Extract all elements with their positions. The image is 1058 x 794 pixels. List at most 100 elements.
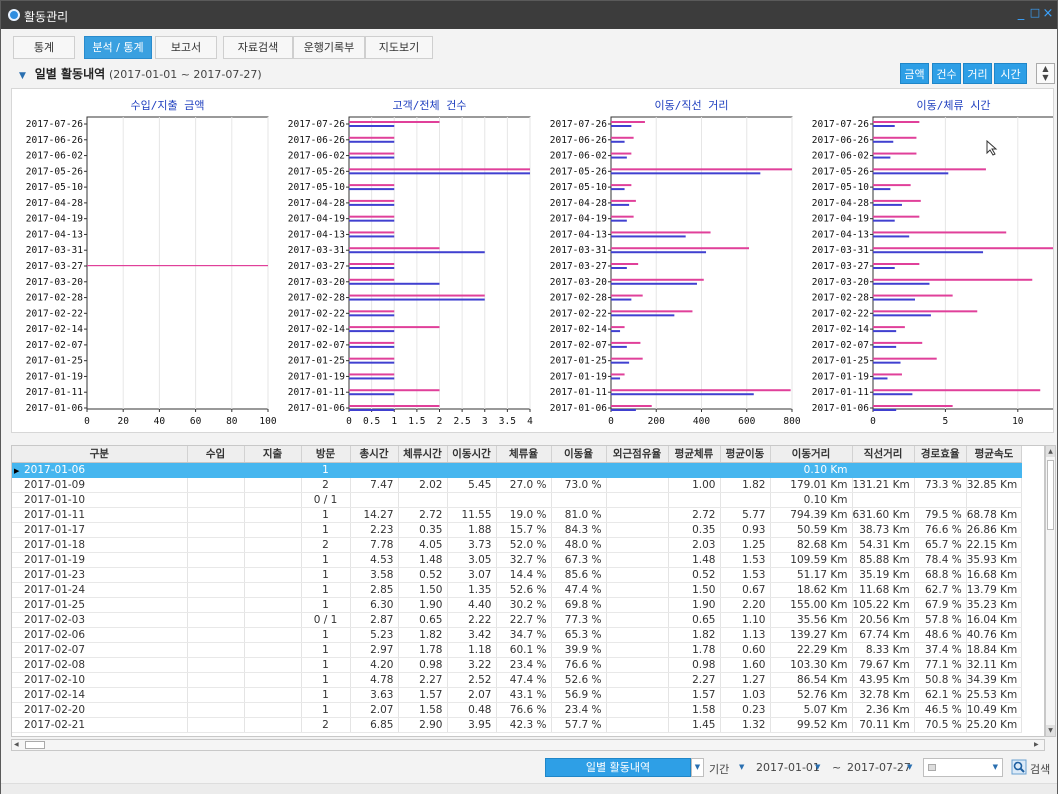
table-cell-box: 20.56 Km [852, 612, 915, 628]
y-tick-label: 2017-04-19 [550, 214, 607, 225]
chevron-down-icon[interactable]: ▼ [1042, 73, 1048, 82]
date-to[interactable]: 2017-07-27 [847, 761, 911, 774]
table-row[interactable]: 2017-01-23 1 3.58 0.52 3.07 14.4 % 85.6 % 0.52 1… [12, 567, 1023, 583]
column-header[interactable]: 총시간 [350, 446, 399, 463]
table-cell-box: 1 [301, 702, 351, 718]
table-row[interactable]: 2017-01-10 0 / 1 0.10 Km [12, 492, 1023, 508]
table-cell: 2 [322, 478, 329, 491]
y-tick-label: 2017-03-27 [288, 261, 345, 272]
column-header[interactable]: 방문 [301, 446, 351, 463]
horizontal-scroll-thumb[interactable] [25, 741, 45, 749]
table-cell: 48.0 % [564, 538, 602, 551]
column-header[interactable]: 평균이동 [720, 446, 771, 463]
column-header[interactable]: 외근점유율 [606, 446, 669, 463]
table-row[interactable]: ▶ 2017-01-06 1 0.10 Km [12, 462, 1023, 478]
mouse-cursor-icon [986, 140, 998, 156]
y-tick-label: 2017-02-14 [288, 324, 345, 335]
table-cell: 2017-01-24 [24, 583, 86, 596]
column-header[interactable]: 평균속도 [966, 446, 1023, 463]
column-header[interactable]: 구분 [12, 446, 188, 463]
table-row[interactable]: 2017-02-07 1 2.97 1.78 1.18 60.1 % 39.9 % 1.78 0… [12, 642, 1023, 658]
search-button[interactable]: 검색 [1030, 761, 1050, 777]
column-header[interactable]: 평균체류 [668, 446, 721, 463]
tab-report[interactable]: 보고서 [155, 36, 217, 59]
view-select[interactable]: 일별 활동내역 [545, 758, 691, 777]
table-cell: 2.52 [468, 673, 492, 686]
table-cell: 2.72 [692, 508, 716, 521]
maximize-button[interactable]: □ [1028, 6, 1042, 19]
table-cell: 155.00 Km [790, 598, 848, 611]
column-header[interactable]: 수입 [187, 446, 245, 463]
count-button[interactable]: 건수 [932, 63, 961, 84]
column-header[interactable]: 이동율 [551, 446, 607, 463]
scroll-left-icon[interactable]: ◀ [14, 741, 19, 748]
horizontal-scrollbar[interactable]: ◀ ▶ [11, 739, 1045, 751]
tab-driving-log[interactable]: 운행기록부 [293, 36, 365, 59]
collapse-arrow-icon[interactable]: ▼ [19, 71, 26, 81]
amount-button[interactable]: 금액 [900, 63, 929, 84]
period-dropdown-icon[interactable]: ▼ [739, 763, 744, 771]
y-tick-label: 2017-04-28 [288, 198, 345, 209]
date-to-dropdown-icon[interactable]: ▼ [907, 763, 912, 771]
search-icon[interactable] [1011, 759, 1027, 775]
table-row[interactable]: 2017-01-18 2 7.78 4.05 3.73 52.0 % 48.0 % 2.03 1… [12, 537, 1023, 553]
date-from[interactable]: 2017-01-01 [756, 761, 820, 774]
extra-select[interactable]: ▼ [923, 758, 1003, 777]
scroll-up-icon[interactable]: ▲ [1046, 446, 1055, 457]
table-cell-box: 2017-01-23 [12, 567, 188, 583]
data-grid[interactable]: 구분 수입 지출 방문 총시간 체류시간 이동시간 체류율 이동율 외근점유율 평균체류 평균이동 이동… [11, 445, 1045, 737]
table-cell-box [496, 492, 552, 508]
table-row[interactable]: 2017-02-08 1 4.20 0.98 3.22 23.4 % 76.6 % 0.98 1… [12, 657, 1023, 673]
chevron-up-icon[interactable]: ▲ [1042, 64, 1048, 73]
table-row[interactable]: 2017-02-14 1 3.63 1.57 2.07 43.1 % 56.9 % 1.57 1… [12, 687, 1023, 703]
column-header[interactable]: 경로효율 [914, 446, 967, 463]
y-tick-label: 2017-02-14 [550, 324, 607, 335]
scroll-down-icon[interactable]: ▼ [1046, 725, 1055, 736]
table-row[interactable]: 2017-02-20 1 2.07 1.58 0.48 76.6 % 23.4 % 1.58 0… [12, 702, 1023, 718]
minimize-button[interactable]: _ [1014, 6, 1028, 21]
table-cell-box: 1.35 [447, 582, 497, 598]
table-cell: 16.04 Km [966, 613, 1018, 626]
table-row[interactable]: 2017-01-25 1 6.30 1.90 4.40 30.2 % 69.8 % 1.90 2… [12, 597, 1023, 613]
table-row[interactable]: 2017-02-21 2 6.85 2.90 3.95 42.3 % 57.7 % 1.45 1… [12, 717, 1023, 733]
updown-spinner[interactable]: ▲ ▼ [1036, 63, 1055, 84]
table-cell-box: 67.74 Km [852, 627, 915, 643]
column-header[interactable]: 직선거리 [852, 446, 915, 463]
table-cell-box: 1 [301, 627, 351, 643]
table-cell: 0.10 Km [803, 463, 848, 476]
tab-data-search[interactable]: 자료검색 [223, 36, 293, 59]
table-row[interactable]: 2017-01-09 2 7.47 2.02 5.45 27.0 % 73.0 % 1.00 1… [12, 477, 1023, 493]
table-cell-box: 35.23 Km [966, 597, 1023, 613]
table-row[interactable]: 2017-01-24 1 2.85 1.50 1.35 52.6 % 47.4 % 1.50 0… [12, 582, 1023, 598]
column-header[interactable]: 체류시간 [398, 446, 448, 463]
column-header[interactable]: 지출 [244, 446, 302, 463]
time-button[interactable]: 시간 [994, 63, 1027, 84]
table-cell: 3.22 [468, 658, 492, 671]
vertical-scrollbar[interactable]: ▲ ▼ [1045, 445, 1056, 737]
table-row[interactable]: 2017-02-06 1 5.23 1.82 3.42 34.7 % 65.3 % 1.82 1… [12, 627, 1023, 643]
vertical-scroll-thumb[interactable] [1047, 460, 1054, 530]
table-row[interactable]: 2017-02-10 1 4.78 2.27 2.52 47.4 % 52.6 % 2.27 1… [12, 672, 1023, 688]
table-cell-box: 155.00 Km [770, 597, 853, 613]
column-header[interactable]: 체류율 [496, 446, 552, 463]
table-row[interactable]: 2017-01-11 1 14.27 2.72 11.55 19.0 % 81.0 % 2.7… [12, 507, 1023, 523]
close-button[interactable]: × [1041, 6, 1055, 21]
column-header[interactable]: 이동시간 [447, 446, 497, 463]
column-header[interactable]: 이동거리 [770, 446, 853, 463]
tab-analysis[interactable]: 분석 / 통계 [84, 36, 152, 59]
extra-select-dropdown-icon[interactable]: ▼ [993, 759, 998, 776]
table-cell-box: 2.20 [720, 597, 771, 613]
table-cell: 50.59 Km [796, 523, 848, 536]
view-select-dropdown-icon[interactable]: ▼ [691, 758, 704, 777]
table-cell: 2.23 [370, 523, 394, 536]
tab-map-view[interactable]: 지도보기 [365, 36, 433, 59]
table-row[interactable]: 2017-01-19 1 4.53 1.48 3.05 32.7 % 67.3 % 1.48 1… [12, 552, 1023, 568]
scroll-right-icon[interactable]: ▶ [1034, 741, 1039, 748]
tab-stats[interactable]: 통계 [13, 36, 75, 59]
table-cell: 1 [322, 688, 329, 701]
table-row[interactable]: 2017-02-03 0 / 1 2.87 0.65 2.22 22.7 % 77.3 % 0… [12, 612, 1023, 628]
table-cell-box: 39.9 % [551, 642, 607, 658]
distance-button[interactable]: 거리 [963, 63, 992, 84]
date-from-dropdown-icon[interactable]: ▼ [815, 763, 820, 771]
table-row[interactable]: 2017-01-17 1 2.23 0.35 1.88 15.7 % 84.3 % 0.35 0… [12, 522, 1023, 538]
